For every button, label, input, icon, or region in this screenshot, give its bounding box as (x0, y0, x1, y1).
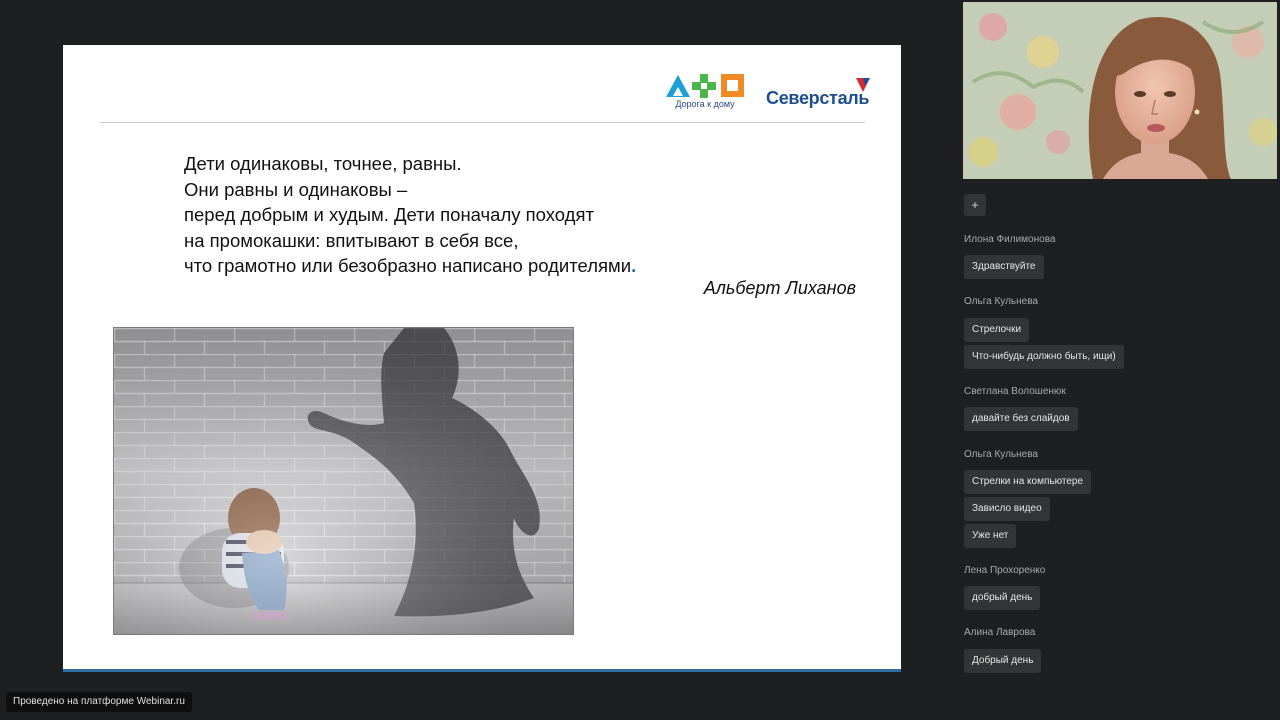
quote-line: перед добрым и худым. Дети поначалу похо… (184, 204, 594, 225)
add-button[interactable]: + (964, 194, 986, 216)
platform-badge[interactable]: Проведено на платформе Webinar.ru (6, 692, 192, 712)
logo-doroga-k-domu-mark (666, 74, 744, 98)
chat-message: Стрелочки (964, 318, 1030, 342)
chat-message: Зависло видео (964, 497, 1050, 521)
quote-end-mark: . (631, 255, 637, 276)
chat-author: Ольга Кульнева (964, 296, 1038, 307)
logo-doroga-k-domu: Дорога к дому (664, 72, 746, 112)
chat-message: Стрелки на компьютере (964, 470, 1092, 494)
quote-line: на промокашки: впитывают в себя все, (184, 229, 519, 251)
chat-author: Светлана Волошенюк (964, 386, 1066, 397)
logo-severstal-text: Северсталь (766, 88, 870, 108)
chat-author: Илона Филимонова (964, 234, 1056, 245)
chat-message: Добрый день (964, 649, 1042, 673)
quote-line-text: что грамотно или безобразно написано род… (184, 255, 632, 276)
quote-line-last: что грамотно или безобразно написано род… (184, 253, 784, 279)
chat-author: Ольга Кульнева (964, 449, 1038, 460)
chat-author: Лена Прохоренко (964, 565, 1046, 576)
webcam-video-frame (963, 2, 1277, 179)
quote-text: Дети одинаковы, точнее, равны. Они равны… (184, 151, 784, 279)
quote-line: Дети одинаковы, точнее, равны. (184, 153, 462, 174)
webinar-room: Дорога к дому Северсталь Дети одинаковы,… (0, 0, 1280, 720)
chat-message: Уже нет (964, 524, 1017, 548)
chat-message: Что-нибудь должно быть, ищи) (964, 345, 1124, 369)
slide-bottom-line (63, 669, 901, 672)
logo-doroga-k-domu-caption: Дорога к дому (675, 99, 735, 109)
slide-divider (100, 122, 865, 123)
slide-photo-child-and-shadow (113, 327, 574, 635)
presentation-slide: Дорога к дому Северсталь Дети одинаковы,… (63, 45, 901, 672)
chat-author: Алина Лаврова (964, 627, 1036, 638)
chat-message: Здравствуйте (964, 255, 1044, 279)
logo-severstal: Северсталь (766, 75, 876, 111)
chat-message: давайте без слайдов (964, 407, 1078, 431)
quote-line: Они равны и одинаковы – (184, 178, 408, 200)
presenter-webcam[interactable] (963, 2, 1277, 179)
slide-photo-illustration (114, 328, 573, 634)
quote-author: Альберт Лиханов (703, 278, 856, 298)
chat-message: добрый день (964, 586, 1041, 610)
